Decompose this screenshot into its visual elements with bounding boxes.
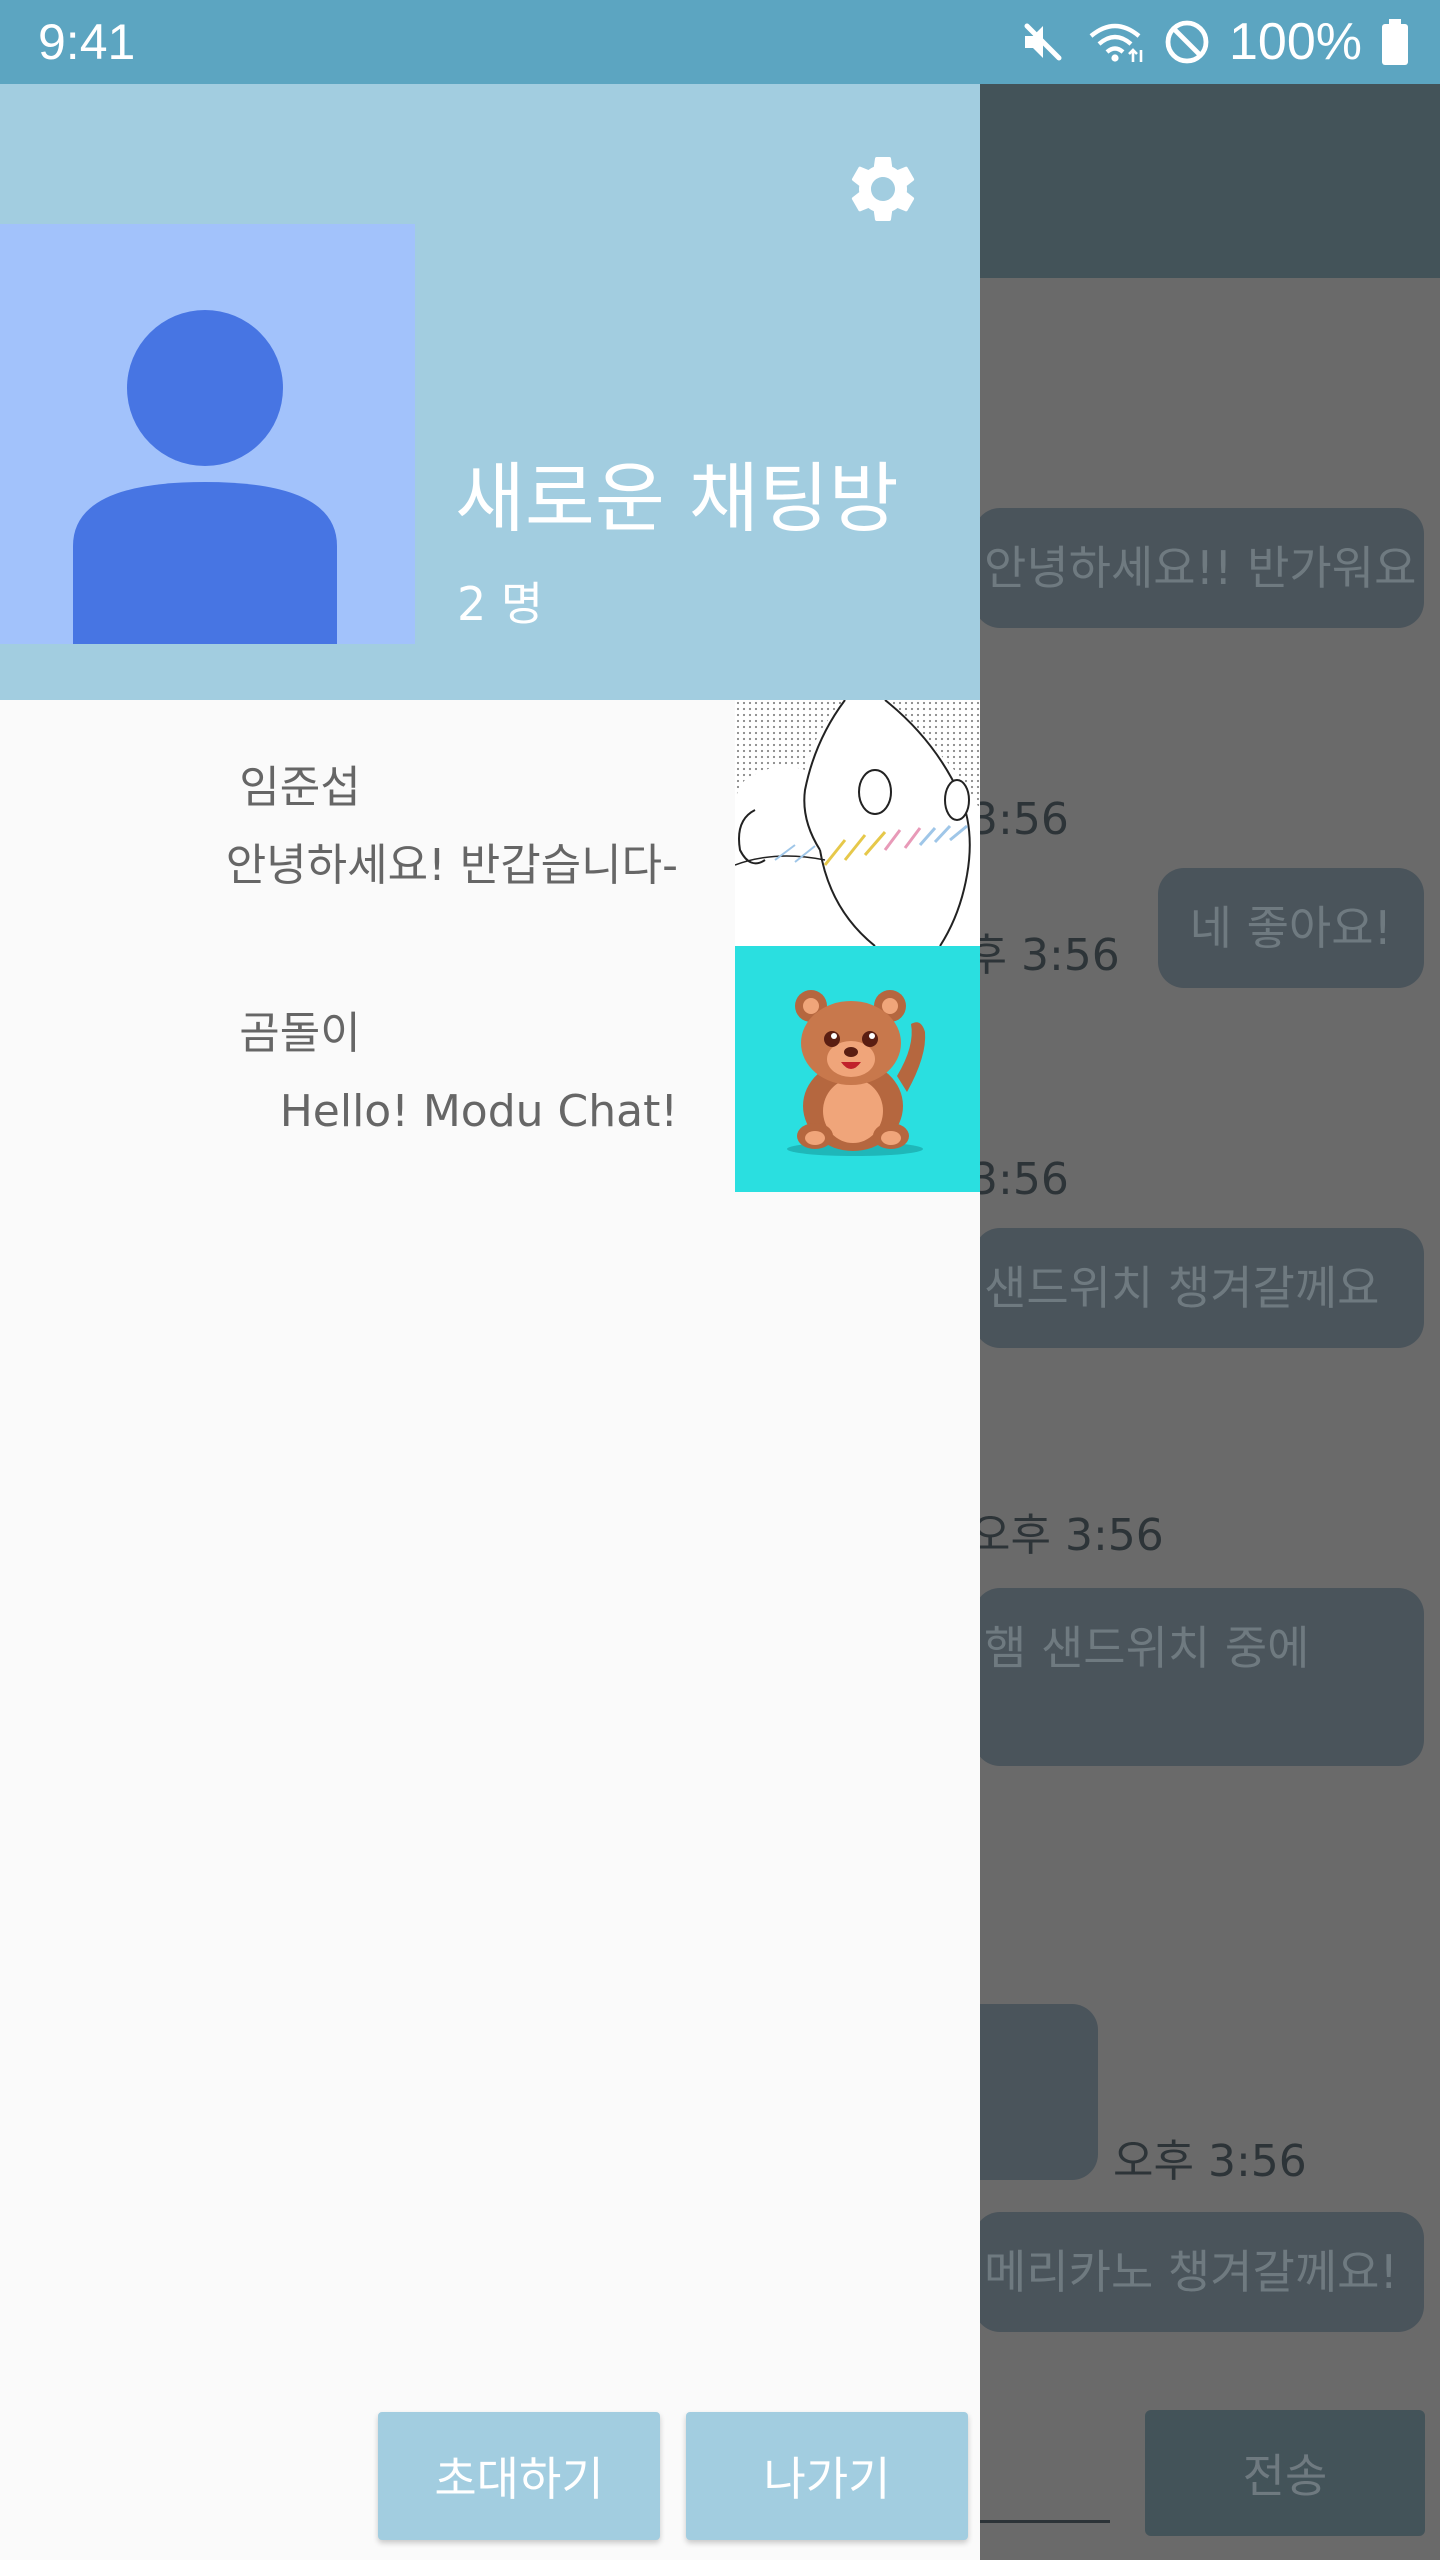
mute-icon	[1024, 23, 1062, 61]
message-time: 3:56	[970, 794, 1069, 845]
send-button[interactable]: 전송	[1145, 2410, 1425, 2536]
member-list-item[interactable]: 임준섭 안녕하세요! 반갑습니다-	[0, 700, 980, 946]
message-bubble: 샌드위치 챙겨갈께요	[974, 1228, 1424, 1348]
message-bubble: 안녕하세요!! 반가워요	[974, 508, 1424, 628]
leave-button[interactable]: 나가기	[686, 2412, 968, 2540]
chat-room-drawer: 새로운 채팅방 2 명 임준섭 안녕하세요! 반갑습니다- 곰돌이 Hello!…	[0, 84, 980, 2560]
member-status-message: 안녕하세요! 반갑습니다-	[225, 840, 678, 891]
person-placeholder-icon	[73, 310, 337, 644]
member-status-message: Hello! Modu Chat!	[279, 1086, 678, 1137]
status-icons: 100%	[1019, 10, 1410, 74]
settings-button[interactable]	[838, 144, 928, 234]
member-avatar-bear	[735, 946, 980, 1192]
member-name: 임준섭	[239, 762, 361, 813]
battery-percentage: 100%	[1229, 13, 1362, 71]
status-bar: 9:41 100%	[0, 0, 1440, 84]
member-name: 곰돌이	[239, 1008, 361, 1059]
member-avatar-sketch	[735, 700, 980, 946]
message-time: 오후 3:56	[1113, 2136, 1307, 2187]
battery-icon	[1382, 19, 1408, 65]
drawer-header: 새로운 채팅방 2 명	[0, 84, 980, 700]
wifi-icon	[1089, 23, 1143, 62]
gear-icon	[851, 156, 915, 221]
invite-button[interactable]: 초대하기	[378, 2412, 660, 2540]
message-input-underline	[980, 2520, 1110, 2523]
do-not-disturb-icon	[1165, 20, 1209, 64]
message-time: 오후 3:56	[970, 1510, 1164, 1561]
room-title: 새로운 채팅방	[455, 454, 899, 543]
member-list-item[interactable]: 곰돌이 Hello! Modu Chat!	[0, 946, 980, 1192]
room-avatar	[0, 224, 415, 644]
message-bubble	[960, 2004, 1098, 2180]
message-time: 3:56	[970, 1154, 1069, 1205]
message-bubble: 메리카노 챙겨갈께요!	[974, 2212, 1424, 2332]
status-time: 9:41	[38, 14, 136, 70]
member-count: 2 명	[457, 577, 544, 631]
message-bubble: 햄 샌드위치 중에	[974, 1588, 1424, 1766]
message-bubble: 네 좋아요!	[1157, 868, 1424, 988]
